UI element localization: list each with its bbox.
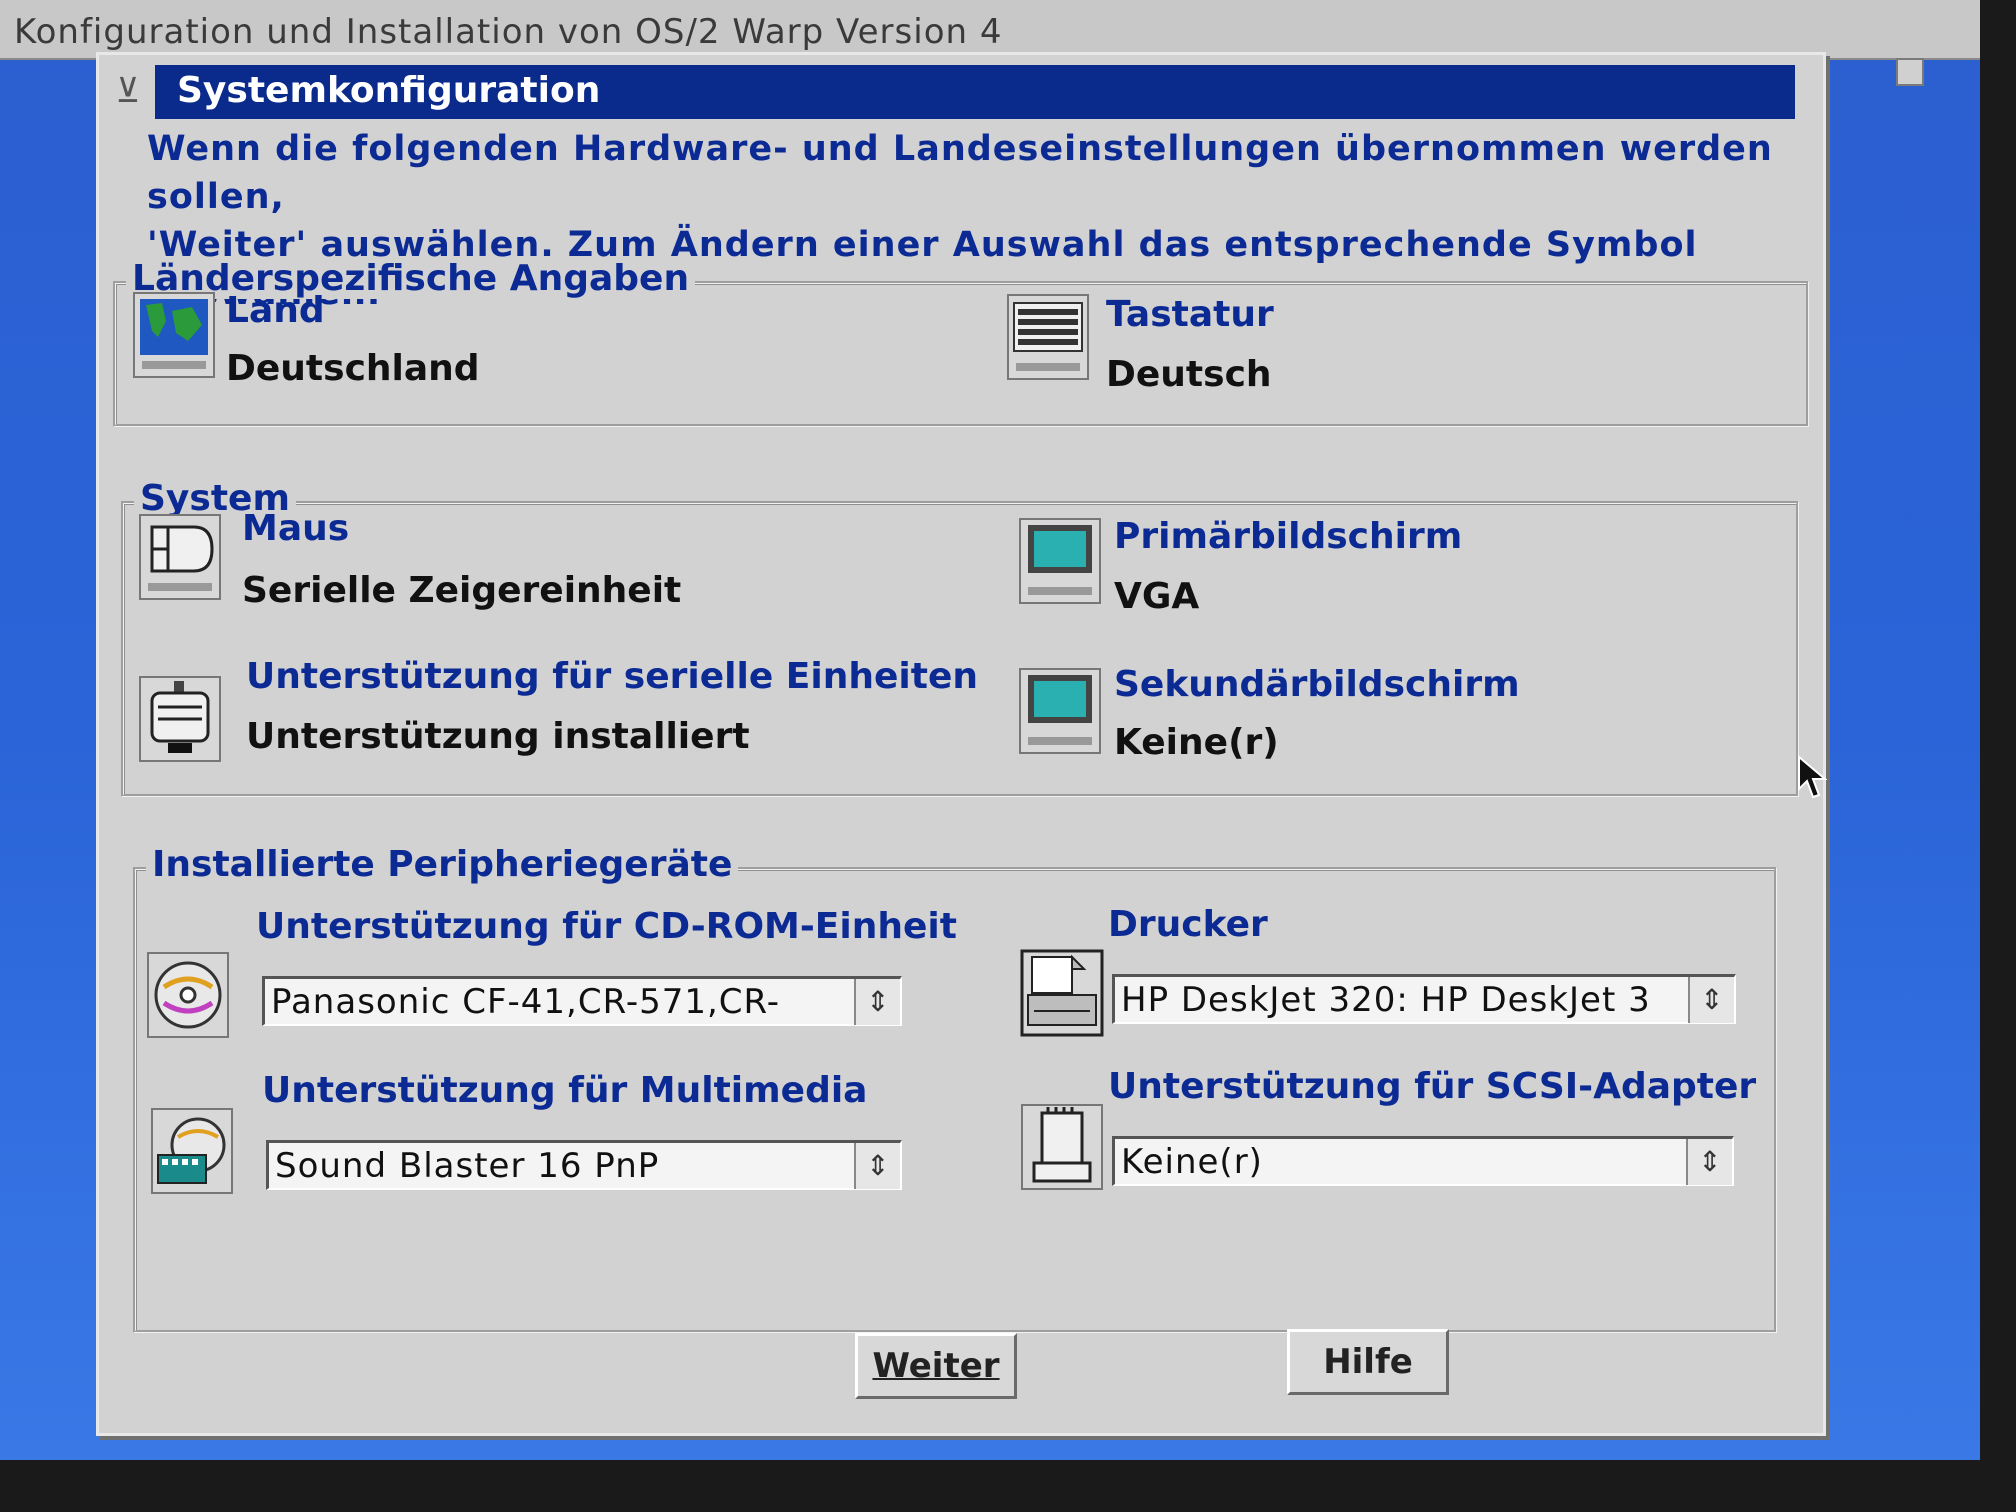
next-button-label: Weiter [872, 1346, 1000, 1386]
cdrom-label: Unterstützung für CD-ROM-Einheit [256, 906, 957, 947]
printer-label: Drucker [1108, 904, 1268, 945]
primary-display-label: Primärbildschirm [1114, 516, 1463, 557]
cdrom-combo-value: Panasonic CF-41,CR-571,CR- [271, 981, 781, 1022]
help-button[interactable]: Hilfe [1287, 1329, 1449, 1395]
peripherals-group-title: Installierte Peripheriegeräte [146, 844, 739, 885]
scsi-adapter-icon[interactable] [1020, 1102, 1104, 1192]
globe-icon[interactable] [132, 290, 216, 380]
system-configuration-dialog: ⊻ Systemkonfiguration Wenn die folgenden… [96, 52, 1827, 1436]
multimedia-combo[interactable]: Sound Blaster 16 PnP ⇕ [266, 1140, 902, 1190]
spin-arrows-icon[interactable]: ⇕ [854, 1142, 900, 1189]
scsi-label: Unterstützung für SCSI-Adapter [1108, 1066, 1757, 1107]
multimedia-combo-value: Sound Blaster 16 PnP [275, 1145, 660, 1186]
multimedia-label: Unterstützung für Multimedia [262, 1070, 868, 1111]
peripherals-group: Installierte Peripheriegeräte Unterstütz… [133, 844, 1777, 1333]
secondary-display-label: Sekundärbildschirm [1114, 664, 1520, 705]
intro-line-1: Wenn die folgenden Hardware- und Landese… [147, 129, 1773, 217]
keyboard-value: Deutsch [1106, 354, 1272, 395]
secondary-monitor-icon[interactable] [1018, 666, 1102, 756]
secondary-display-value: Keine(r) [1114, 722, 1279, 763]
help-button-label: Hilfe [1323, 1342, 1413, 1382]
mouse-value: Serielle Zeigereinheit [242, 570, 682, 611]
outer-window-title: Konfiguration und Installation von OS/2 … [14, 12, 1003, 52]
next-button[interactable]: Weiter [855, 1333, 1017, 1399]
spin-arrows-icon[interactable]: ⇕ [1686, 1138, 1732, 1185]
system-group: System Maus Serielle Zeigereinheit Primä… [121, 478, 1799, 797]
country-value: Deutschland [226, 348, 480, 389]
cdrom-combo[interactable]: Panasonic CF-41,CR-571,CR- ⇕ [262, 976, 902, 1026]
desktop: Konfiguration und Installation von OS/2 … [0, 0, 1980, 1460]
primary-display-value: VGA [1114, 576, 1200, 617]
outer-window-titlebar: Konfiguration und Installation von OS/2 … [0, 0, 1980, 60]
cdrom-icon[interactable] [146, 950, 230, 1040]
mouse-label: Maus [242, 508, 350, 549]
serial-label: Unterstützung für serielle Einheiten [246, 656, 978, 697]
primary-monitor-icon[interactable] [1018, 516, 1102, 606]
serial-value: Unterstützung installiert [246, 716, 750, 757]
spin-arrows-icon[interactable]: ⇕ [1688, 976, 1734, 1023]
printer-combo[interactable]: HP DeskJet 320: HP DeskJet 3 ⇕ [1112, 974, 1736, 1024]
country-label: Land [226, 290, 325, 331]
system-menu-icon[interactable]: ⊻ [105, 67, 151, 115]
multimedia-icon[interactable] [150, 1106, 234, 1196]
mouse-pointer-icon [1798, 755, 1827, 799]
serial-port-icon[interactable] [138, 674, 222, 764]
maximize-icon[interactable] [1896, 58, 1924, 86]
keyboard-label: Tastatur [1106, 294, 1274, 335]
scsi-combo[interactable]: Keine(r) ⇕ [1112, 1136, 1734, 1186]
printer-combo-value: HP DeskJet 320: HP DeskJet 3 [1121, 979, 1651, 1020]
mouse-icon[interactable] [138, 512, 222, 602]
scsi-combo-value: Keine(r) [1121, 1141, 1263, 1182]
dialog-title: Systemkonfiguration [155, 65, 1795, 119]
spin-arrows-icon[interactable]: ⇕ [854, 978, 900, 1025]
printer-icon[interactable] [1020, 948, 1104, 1038]
country-group: Länderspezifische Angaben Land Deutschla… [113, 258, 1809, 427]
keyboard-icon[interactable] [1006, 292, 1090, 382]
